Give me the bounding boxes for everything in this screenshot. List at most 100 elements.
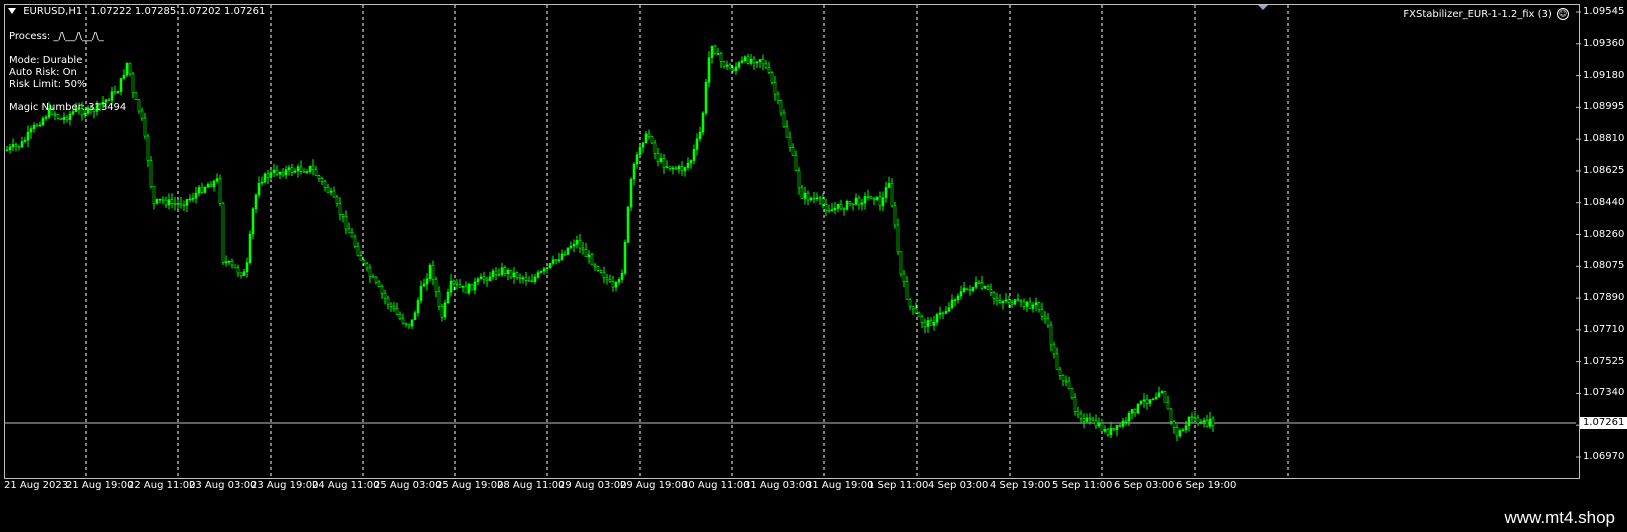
candle-body bbox=[377, 281, 381, 287]
candle-body bbox=[305, 171, 309, 173]
candle-body bbox=[572, 244, 576, 247]
candle-body bbox=[773, 82, 777, 95]
candle-body bbox=[1004, 299, 1008, 302]
candle-body bbox=[1055, 353, 1059, 370]
candle-body bbox=[41, 118, 45, 126]
candle-body bbox=[341, 214, 345, 217]
candle-body bbox=[119, 78, 123, 92]
candle-body bbox=[107, 99, 111, 102]
price-tick-label: 1.06970 bbox=[1583, 451, 1625, 462]
candle-body bbox=[455, 283, 459, 286]
candle-body bbox=[485, 278, 489, 281]
watermark-text: www.mt4.shop bbox=[1504, 508, 1615, 527]
candle-body bbox=[863, 196, 867, 204]
candle-body bbox=[1151, 398, 1155, 401]
candle-body bbox=[350, 232, 354, 238]
candle-body bbox=[857, 197, 861, 205]
candle-body bbox=[410, 319, 414, 327]
candle-body bbox=[800, 187, 804, 199]
price-tick-label: 1.08625 bbox=[1583, 164, 1625, 176]
candle-body bbox=[446, 291, 450, 304]
candle-body bbox=[302, 171, 306, 173]
candle-body bbox=[32, 124, 36, 129]
candle-body bbox=[203, 186, 207, 193]
candle-body bbox=[1118, 425, 1122, 427]
candle-body bbox=[1085, 417, 1089, 422]
info-auto-risk: Auto Risk: On bbox=[9, 67, 77, 78]
candle-body bbox=[1028, 301, 1032, 309]
candle-body bbox=[761, 59, 765, 65]
candle-body bbox=[59, 117, 63, 120]
candle-body bbox=[185, 199, 189, 206]
candle-body bbox=[419, 285, 423, 301]
candle-body bbox=[512, 272, 516, 278]
time-tick-label: 6 Sep 03:00 bbox=[1114, 480, 1175, 491]
candle-body bbox=[638, 146, 642, 156]
candle-body bbox=[434, 278, 438, 293]
symbol-header: EURUSD,H1 1.07222 1.07285 1.07202 1.0726… bbox=[8, 6, 265, 17]
candle-body bbox=[368, 267, 372, 277]
candle-body bbox=[821, 198, 825, 205]
candle-body bbox=[458, 284, 462, 288]
smiley-icon[interactable]: ☺ bbox=[1557, 8, 1569, 20]
watermark-bar: www.mt4.shop bbox=[0, 502, 1627, 532]
candle-body bbox=[317, 175, 321, 179]
price-chart-svg[interactable] bbox=[0, 0, 1627, 502]
candle-body bbox=[311, 165, 315, 170]
candle-body bbox=[1202, 420, 1206, 423]
candle-body bbox=[137, 99, 141, 112]
candle-body bbox=[998, 300, 1002, 303]
candle-body bbox=[332, 190, 336, 198]
candle-body bbox=[818, 197, 822, 200]
candle-body bbox=[479, 276, 483, 280]
candle-body bbox=[944, 310, 948, 314]
candle-body bbox=[896, 224, 900, 253]
candle-body bbox=[191, 197, 195, 200]
candle-body bbox=[452, 280, 456, 285]
candle-body bbox=[122, 74, 126, 79]
ohlc-values: 1.07222 1.07285 1.07202 1.07261 bbox=[90, 6, 266, 17]
candle-body bbox=[212, 180, 216, 188]
price-tick-label: 1.09360 bbox=[1583, 37, 1625, 49]
candle-body bbox=[5, 149, 9, 152]
candle-body bbox=[515, 272, 519, 278]
chart-window[interactable]: EURUSD,H1 1.07222 1.07285 1.07202 1.0726… bbox=[0, 0, 1627, 502]
price-tick-label: 1.09180 bbox=[1583, 69, 1625, 81]
candle-body bbox=[1166, 401, 1170, 410]
candle-body bbox=[578, 240, 582, 249]
candle-body bbox=[911, 305, 915, 310]
candle-body bbox=[179, 203, 183, 206]
candle-body bbox=[743, 56, 747, 62]
candle-body bbox=[536, 272, 540, 278]
candle-body bbox=[416, 300, 420, 314]
candle-body bbox=[839, 203, 843, 210]
candle-body bbox=[665, 166, 669, 169]
candle-body bbox=[251, 208, 255, 235]
expert-advisor-label[interactable]: FXStabilizer_EUR-1-1.2_fix (3) ☺ bbox=[1403, 8, 1569, 20]
candle-body bbox=[242, 271, 246, 277]
candle-body bbox=[956, 295, 960, 301]
candle-body bbox=[902, 273, 906, 282]
candle-body bbox=[1112, 427, 1116, 430]
candle-body bbox=[845, 200, 849, 210]
candle-body bbox=[254, 194, 258, 210]
candle-body bbox=[422, 283, 426, 287]
dropdown-triangle-icon[interactable] bbox=[8, 8, 16, 14]
candle-body bbox=[1007, 299, 1011, 303]
candle-body bbox=[1013, 299, 1017, 305]
candle-body bbox=[299, 166, 303, 172]
candle-body bbox=[620, 272, 624, 280]
candle-body bbox=[545, 267, 549, 270]
info-magic-number: Magic Number: 313494 bbox=[9, 102, 127, 113]
candle-body bbox=[950, 299, 954, 308]
candle-body bbox=[1070, 388, 1074, 399]
candle-body bbox=[308, 165, 312, 172]
candle-body bbox=[182, 204, 186, 207]
candle-body bbox=[362, 259, 366, 264]
candle-body bbox=[281, 171, 285, 176]
candle-body bbox=[224, 261, 228, 263]
candle-body bbox=[326, 187, 330, 193]
candle-body bbox=[941, 312, 945, 315]
candle-body bbox=[785, 126, 789, 138]
candle-body bbox=[1154, 396, 1158, 400]
